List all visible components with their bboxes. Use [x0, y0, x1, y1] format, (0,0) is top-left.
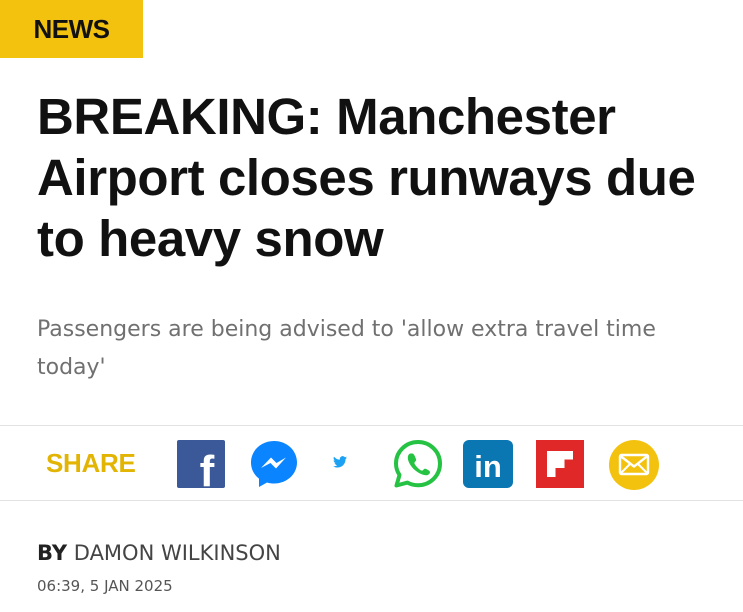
facebook-icon: f	[177, 440, 225, 488]
article-byline: BY DAMON WILKINSON	[37, 541, 281, 565]
facebook-share-button[interactable]: f	[177, 440, 225, 488]
linkedin-share-button[interactable]: in	[463, 440, 513, 488]
flipboard-share-button[interactable]	[536, 440, 584, 488]
author-link[interactable]: DAMON WILKINSON	[74, 541, 281, 565]
svg-text:in: in	[474, 449, 502, 484]
email-share-button[interactable]	[608, 439, 660, 491]
linkedin-icon: in	[463, 440, 513, 488]
share-bar: SHARE f in	[0, 425, 743, 501]
svg-text:f: f	[200, 447, 215, 488]
messenger-icon	[251, 441, 297, 487]
twitter-share-button[interactable]	[333, 456, 347, 468]
twitter-icon	[333, 456, 347, 468]
flipboard-icon	[536, 440, 584, 488]
share-label: SHARE	[46, 448, 136, 478]
byline-prefix: BY	[37, 541, 68, 565]
article-headline: BREAKING: Manchester Airport closes runw…	[37, 88, 696, 267]
whatsapp-icon	[394, 440, 442, 488]
section-badge[interactable]: NEWS	[0, 0, 143, 58]
article-timestamp: 06:39, 5 JAN 2025	[37, 577, 173, 595]
email-icon	[609, 440, 659, 490]
article-standfirst: Passengers are being advised to 'allow e…	[37, 317, 656, 380]
section-badge-label: NEWS	[33, 13, 111, 44]
whatsapp-share-button[interactable]	[392, 438, 444, 490]
messenger-share-button[interactable]	[248, 438, 300, 490]
